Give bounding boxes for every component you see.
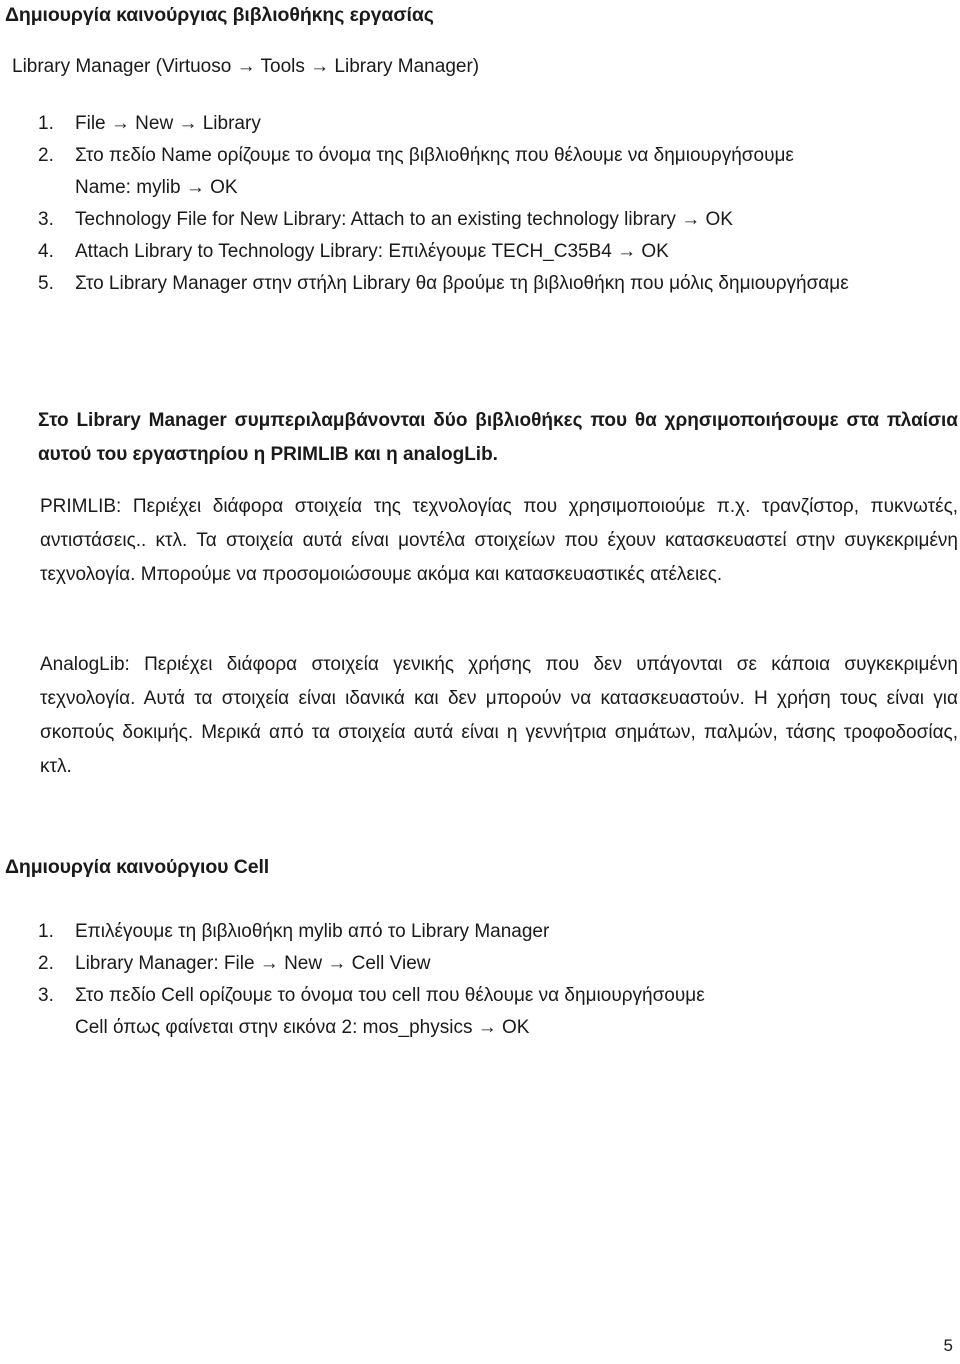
list-item-subtext: Cell όπως φαίνεται στην εικόνα 2: mos_ph…	[75, 1017, 530, 1038]
list-item: 1. File → New → Library	[0, 108, 960, 140]
list-marker: 5.	[38, 273, 54, 294]
section-heading-create-cell: Δημιουργία καινούργιου Cell	[5, 856, 270, 878]
list-item-text: Επιλέγουμε τη βιβλιοθήκη mylib από το Li…	[75, 921, 550, 942]
library-manager-path-line: Library Manager (Virtuoso → Tools → Libr…	[12, 56, 480, 77]
list-marker: 3.	[38, 985, 54, 1006]
list-marker: 2.	[38, 145, 54, 166]
list-item: 3. Στο πεδίο Cell ορίζουμε το όνομα του …	[0, 980, 960, 1044]
cell-steps-list: 1. Επιλέγουμε τη βιβλιοθήκη mylib από το…	[0, 916, 960, 1044]
library-steps-list: 1. File → New → Library 2. Στο πεδίο Nam…	[0, 108, 960, 300]
list-marker: 3.	[38, 209, 54, 230]
list-item-text: File → New → Library	[75, 113, 261, 134]
document-page: Δημιουργία καινούργιας βιβλιοθήκης εργασ…	[0, 0, 960, 1364]
paragraph-primlib: PRIMLIB: Περιέχει διάφορα στοιχεία της τ…	[40, 496, 958, 585]
paragraph-analoglib: AnalogLib: Περιέχει διάφορα στοιχεία γεν…	[40, 654, 958, 777]
section-heading-create-library: Δημιουργία καινούργιας βιβλιοθήκης εργασ…	[5, 4, 434, 26]
list-marker: 2.	[38, 953, 54, 974]
list-item: 3. Technology File for New Library: Atta…	[0, 204, 960, 236]
list-item: 2. Library Manager: File → New → Cell Vi…	[0, 948, 960, 980]
list-item: 4. Attach Library to Technology Library:…	[0, 236, 960, 268]
list-item-subtext: Name: mylib → OK	[75, 177, 238, 198]
list-item-text: Attach Library to Technology Library: Επ…	[75, 241, 669, 262]
list-marker: 4.	[38, 241, 54, 262]
page-number: 5	[943, 1336, 953, 1355]
paragraph-libraries-intro: Στο Library Manager συμπεριλαμβάνονται δ…	[38, 410, 958, 465]
list-item-text: Στο πεδίο Cell ορίζουμε το όνομα του cel…	[75, 985, 705, 1006]
list-item: 5. Στο Library Manager στην στήλη Librar…	[0, 268, 960, 300]
list-item-text: Στο Library Manager στην στήλη Library θ…	[75, 273, 849, 294]
list-item: 2. Στο πεδίο Name ορίζουμε το όνομα της …	[0, 140, 960, 204]
list-item-text: Technology File for New Library: Attach …	[75, 209, 733, 230]
list-item-text: Στο πεδίο Name ορίζουμε το όνομα της βιβ…	[75, 145, 794, 166]
list-item: 1. Επιλέγουμε τη βιβλιοθήκη mylib από το…	[0, 916, 960, 948]
list-marker: 1.	[38, 921, 54, 942]
list-item-text: Library Manager: File → New → Cell View	[75, 953, 431, 974]
list-marker: 1.	[38, 113, 54, 134]
